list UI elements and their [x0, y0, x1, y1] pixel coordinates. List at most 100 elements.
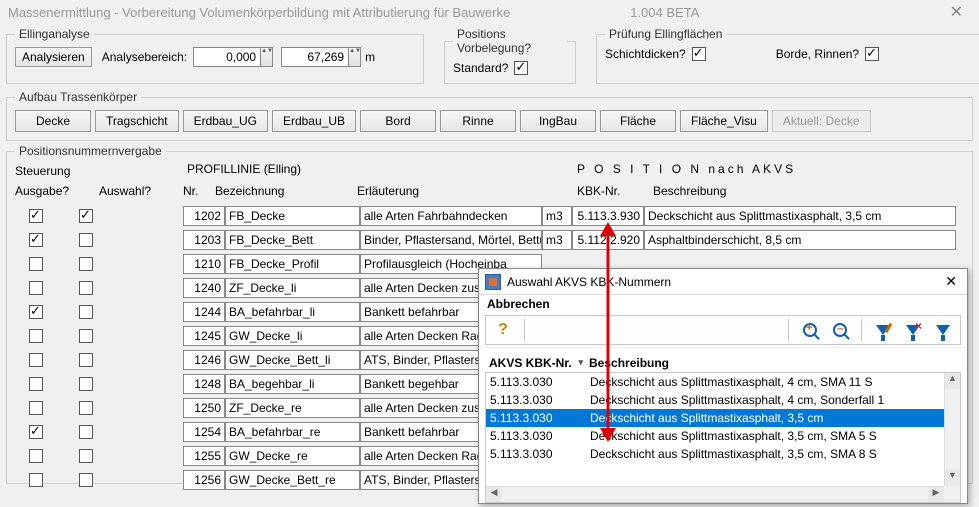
col-erl: Erläuterung: [357, 184, 419, 198]
trasse-fläche-button[interactable]: Fläche: [600, 110, 676, 132]
trasse-decke-button[interactable]: Decke: [15, 110, 91, 132]
trasse-tragschicht-button[interactable]: Tragschicht: [95, 110, 179, 132]
analyse-button[interactable]: Analysieren: [15, 47, 92, 67]
dialog-list-item[interactable]: 5.113.3.030Deckschicht aus Splittmastixa…: [486, 409, 944, 427]
dialog-list-item[interactable]: 5.113.3.030Deckschicht aus Splittmastixa…: [486, 445, 944, 463]
dialog-list-item[interactable]: 5.113.3.030Deckschicht aus Splittmastixa…: [486, 427, 944, 445]
trasse-legend: Aufbau Trassenkörper: [15, 90, 141, 104]
cell-kbk[interactable]: 5.113.3.930: [572, 206, 644, 226]
help-icon[interactable]: ?: [492, 319, 514, 341]
auswahl-checkbox[interactable]: [79, 401, 93, 415]
ausgabe-checkbox[interactable]: [29, 449, 43, 463]
bereich-label: Analysebereich:: [102, 50, 187, 64]
cell-bez: BA_befahrbar_li: [225, 302, 360, 322]
auswahl-checkbox[interactable]: [79, 353, 93, 367]
cell-bez: FB_Decke_Profil: [225, 254, 360, 274]
ausgabe-checkbox[interactable]: [29, 329, 43, 343]
akvs-dialog: Auswahl AKVS KBK-Nummern ✕ Abbrechen ? A…: [478, 268, 968, 504]
ausgabe-checkbox[interactable]: [29, 353, 43, 367]
close-icon[interactable]: ✕: [942, 2, 971, 22]
filter-icon[interactable]: [932, 319, 954, 341]
ausgabe-checkbox[interactable]: [29, 257, 43, 271]
ausgabe-checkbox[interactable]: [29, 281, 43, 295]
steuerung-label: Steuerung: [15, 164, 70, 178]
filter-edit-icon[interactable]: [872, 319, 894, 341]
cell-nr: 1254: [183, 422, 225, 442]
cell-besch: Asphaltbinderschicht, 8,5 cm: [644, 230, 956, 250]
window-title: Massenermittlung - Vorbereitung Volumenk…: [8, 5, 510, 20]
table-row: 1203FB_Decke_BettBinder, Pflastersand, M…: [15, 228, 964, 251]
col-bez: Bezeichnung: [215, 184, 284, 198]
dialog-col-besch: Beschreibung: [589, 356, 669, 370]
filter-delete-icon[interactable]: [902, 319, 924, 341]
cell-nr: 1203: [183, 230, 225, 250]
borde-label: Borde, Rinnen?: [776, 47, 859, 61]
schicht-checkbox[interactable]: [692, 47, 706, 61]
trasse-ingbau-button[interactable]: IngBau: [520, 110, 596, 132]
trasse-erdbau_ug-button[interactable]: Erdbau_UG: [183, 110, 268, 132]
cell-kbk[interactable]: 5.112.2.920: [572, 230, 644, 250]
ausgabe-checkbox[interactable]: [29, 209, 43, 223]
auswahl-checkbox[interactable]: [79, 329, 93, 343]
auswahl-checkbox[interactable]: [79, 257, 93, 271]
dialog-toolbar: ?: [485, 315, 961, 345]
cell-besch: Deckschicht aus Splittmastixasphalt, 3,5…: [644, 206, 956, 226]
standard-label: Standard?: [453, 61, 508, 75]
ausgabe-checkbox[interactable]: [29, 377, 43, 391]
trasse-bord-button[interactable]: Bord: [360, 110, 436, 132]
cell-bez: GW_Decke_re: [225, 446, 360, 466]
ausgabe-checkbox[interactable]: [29, 305, 43, 319]
cell-nr: 1210: [183, 254, 225, 274]
elling-legend: Ellinganalyse: [15, 27, 94, 41]
range-from-input[interactable]: [193, 47, 261, 67]
table-row: 1202FB_Deckealle Arten Fahrbahndeckenm35…: [15, 204, 964, 227]
trasse-fläche_visu-button[interactable]: Fläche_Visu: [680, 110, 768, 132]
trasse-erdbau_ub-button[interactable]: Erdbau_UB: [272, 110, 356, 132]
standard-checkbox[interactable]: [514, 61, 528, 75]
posnum-legend: Positionsnummernvergabe: [15, 144, 166, 158]
auswahl-checkbox[interactable]: [79, 377, 93, 391]
ausgabe-checkbox[interactable]: [29, 233, 43, 247]
auswahl-checkbox[interactable]: [79, 281, 93, 295]
dialog-list-item[interactable]: 5.113.3.030Deckschicht aus Splittmastixa…: [486, 373, 944, 391]
range-to-spin[interactable]: ▲▼: [349, 47, 361, 67]
col-besch: Beschreibung: [653, 184, 726, 198]
cell-nr: 1240: [183, 278, 225, 298]
abbrechen-label[interactable]: Abbrechen: [479, 295, 967, 315]
auswahl-checkbox[interactable]: [79, 449, 93, 463]
zoom-out-icon[interactable]: [829, 319, 851, 341]
dialog-close-icon[interactable]: ✕: [941, 273, 961, 290]
auswahl-checkbox[interactable]: [79, 425, 93, 439]
cell-nr: 1202: [183, 206, 225, 226]
cell-bez: ZF_Decke_re: [225, 398, 360, 418]
dialog-col-kbk[interactable]: AKVS KBK-Nr.: [489, 356, 589, 370]
dialog-list-item[interactable]: 5.113.3.030Deckschicht aus Splittmastixa…: [486, 391, 944, 409]
schicht-label: Schichtdicken?: [605, 47, 686, 61]
trasse-rinne-button[interactable]: Rinne: [440, 110, 516, 132]
ausgabe-checkbox[interactable]: [29, 401, 43, 415]
ausgabe-checkbox[interactable]: [29, 473, 43, 487]
cell-bez: BA_befahrbar_re: [225, 422, 360, 442]
cell-nr: 1244: [183, 302, 225, 322]
ausgabe-checkbox[interactable]: [29, 425, 43, 439]
dialog-hscrollbar[interactable]: ◀▶: [486, 486, 944, 502]
pruef-group: Prüfung Ellingflächen Schichtdicken? Bor…: [596, 27, 979, 84]
range-to-input[interactable]: [281, 47, 349, 67]
profillinie-header: PROFILLINIE (Elling): [187, 162, 301, 176]
pruef-legend: Prüfung Ellingflächen: [605, 27, 726, 41]
zoom-in-icon[interactable]: [799, 319, 821, 341]
cell-nr: 1245: [183, 326, 225, 346]
dialog-app-icon: [485, 274, 501, 290]
auswahl-checkbox[interactable]: [79, 233, 93, 247]
auswahl-checkbox[interactable]: [79, 305, 93, 319]
dialog-vscrollbar[interactable]: ▲▼: [944, 373, 960, 486]
col-ausgabe: Ausgabe?: [15, 184, 69, 198]
cell-bez: BA_begehbar_li: [225, 374, 360, 394]
auswahl-checkbox[interactable]: [79, 209, 93, 223]
range-from-spin[interactable]: ▲▼: [261, 47, 273, 67]
cell-bez: FB_Decke: [225, 206, 360, 226]
auswahl-checkbox[interactable]: [79, 473, 93, 487]
cell-nr: 1255: [183, 446, 225, 466]
borde-checkbox[interactable]: [865, 47, 879, 61]
cell-bez: GW_Decke_li: [225, 326, 360, 346]
